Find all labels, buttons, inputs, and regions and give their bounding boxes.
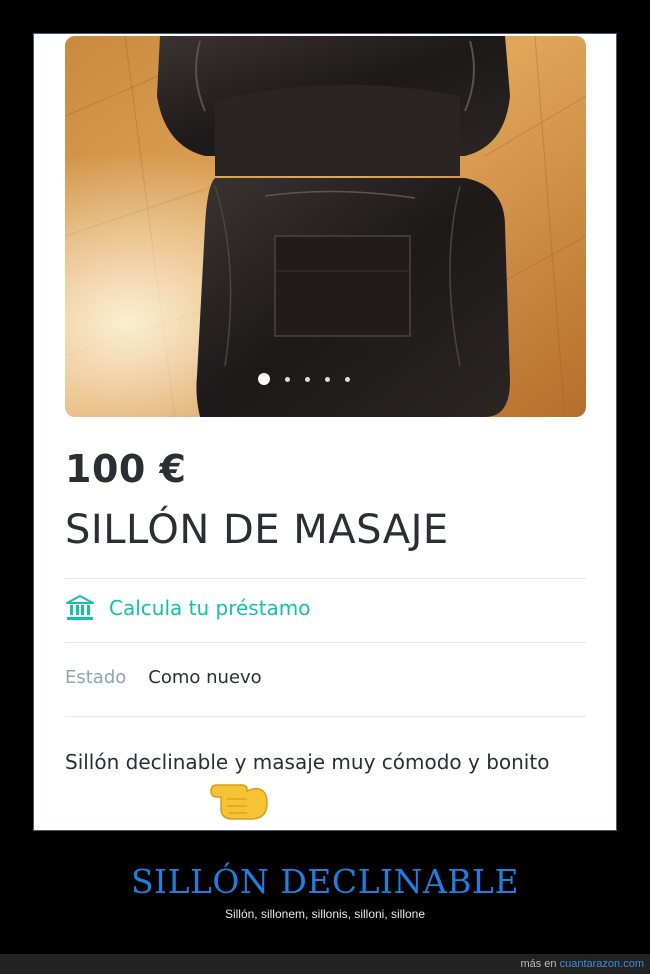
divider	[65, 716, 586, 717]
condition-label: Estado	[65, 667, 127, 688]
caption-title: SILLÓN DECLINABLE	[130, 862, 520, 901]
carousel-dot[interactable]	[344, 376, 350, 382]
armchair-image	[65, 36, 586, 417]
loan-label: Calcula tu préstamo	[109, 596, 311, 620]
product-title: SILLÓN DE MASAJE	[65, 507, 449, 553]
carousel-dot[interactable]	[324, 376, 330, 382]
product-price: 100 €	[65, 447, 187, 491]
condition-value: Como nuevo	[148, 667, 262, 688]
carousel-dot[interactable]	[304, 376, 310, 382]
condition-row: Estado Como nuevo	[65, 667, 262, 688]
footer-bar: más en cuantarazon.com	[0, 954, 650, 974]
carousel-dot[interactable]	[284, 376, 290, 382]
pointing-hand-icon	[210, 784, 268, 820]
product-description: Sillón declinable y masaje muy cómodo y …	[65, 750, 550, 774]
footer-prefix: más en	[520, 958, 557, 970]
screenshot-frame: 100 € SILLÓN DE MASAJE Calcula tu présta…	[33, 33, 617, 831]
carousel-dots[interactable]	[65, 373, 586, 385]
loan-calculator-link[interactable]: Calcula tu préstamo	[65, 594, 311, 622]
caption-subtitle: Sillón, sillonem, sillonis, silloni, sil…	[224, 907, 426, 921]
divider	[65, 642, 586, 643]
divider	[65, 578, 586, 579]
product-photo[interactable]	[65, 36, 586, 417]
bank-icon	[66, 595, 94, 620]
carousel-dot-active[interactable]	[257, 373, 270, 385]
footer-site-link[interactable]: cuantarazon.com	[560, 958, 644, 970]
